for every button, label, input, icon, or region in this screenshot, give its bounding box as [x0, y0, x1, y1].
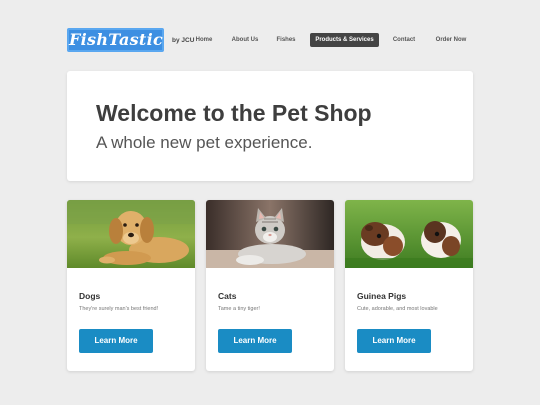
card-title: Dogs — [79, 291, 101, 301]
card-text: Cute, adorable, and most lovable — [357, 306, 438, 312]
kitten-photo — [206, 200, 334, 268]
card-guinea-pigs: Guinea Pigs Cute, adorable, and most lov… — [345, 200, 473, 371]
site-logo[interactable]: FishTastic — [67, 28, 164, 52]
card-dogs: Dogs They're surely man's best friend! L… — [67, 200, 195, 371]
learn-more-button[interactable]: Learn More — [218, 329, 292, 353]
nav-products-services[interactable]: Products & Services — [310, 33, 379, 47]
site-header: FishTastic by JCU Home About Us Fishes P… — [0, 0, 540, 70]
nav-order-now[interactable]: Order Now — [430, 33, 472, 47]
card-cats: Cats Tame a tiny tiger! Learn More — [206, 200, 334, 371]
hero-panel: Welcome to the Pet Shop A whole new pet … — [67, 71, 473, 181]
card-text: They're surely man's best friend! — [79, 306, 159, 312]
nav-fishes[interactable]: Fishes — [271, 33, 301, 47]
learn-more-button[interactable]: Learn More — [79, 329, 153, 353]
puppy-photo — [67, 200, 195, 268]
learn-more-button[interactable]: Learn More — [357, 329, 431, 353]
hero-title: Welcome to the Pet Shop — [96, 100, 372, 126]
nav-about-us[interactable]: About Us — [226, 33, 264, 47]
card-text: Tame a tiny tiger! — [218, 306, 260, 312]
nav-contact[interactable]: Contact — [388, 33, 420, 47]
card-title: Cats — [218, 291, 237, 301]
guinea-pigs-photo — [345, 200, 473, 268]
nav-home[interactable]: Home — [191, 33, 217, 47]
card-title: Guinea Pigs — [357, 291, 407, 301]
hero-subtitle: A whole new pet experience. — [96, 133, 313, 152]
